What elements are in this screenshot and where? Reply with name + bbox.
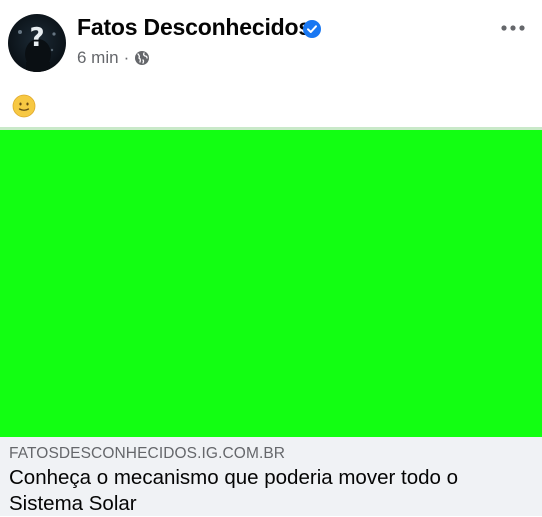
slightly-smiling-face-emoji <box>12 94 36 118</box>
link-preview[interactable]: FATOSDESCONHECIDOS.IG.COM.BR Conheça o m… <box>0 437 542 516</box>
post-timestamp[interactable]: 6 min <box>77 48 119 68</box>
media-top-strip <box>0 127 542 130</box>
question-mark-head-icon: ? <box>18 23 56 72</box>
post-card: ? Fatos Desconhecidos 6 min · FATOSDESCO… <box>0 0 542 516</box>
page-name-link[interactable]: Fatos Desconhecidos <box>77 14 311 41</box>
svg-text:?: ? <box>29 23 44 53</box>
page-avatar[interactable]: ? <box>8 14 66 72</box>
globe-icon[interactable] <box>134 50 150 66</box>
meta-separator: · <box>123 48 130 67</box>
verified-badge-icon <box>303 20 321 38</box>
more-options-icon[interactable] <box>496 18 532 38</box>
link-domain: FATOSDESCONHECIDOS.IG.COM.BR <box>9 445 286 462</box>
link-title[interactable]: Conheça o mecanismo que poderia mover to… <box>9 465 529 517</box>
post-media-image[interactable] <box>0 127 542 437</box>
post-meta: 6 min · <box>77 48 150 68</box>
